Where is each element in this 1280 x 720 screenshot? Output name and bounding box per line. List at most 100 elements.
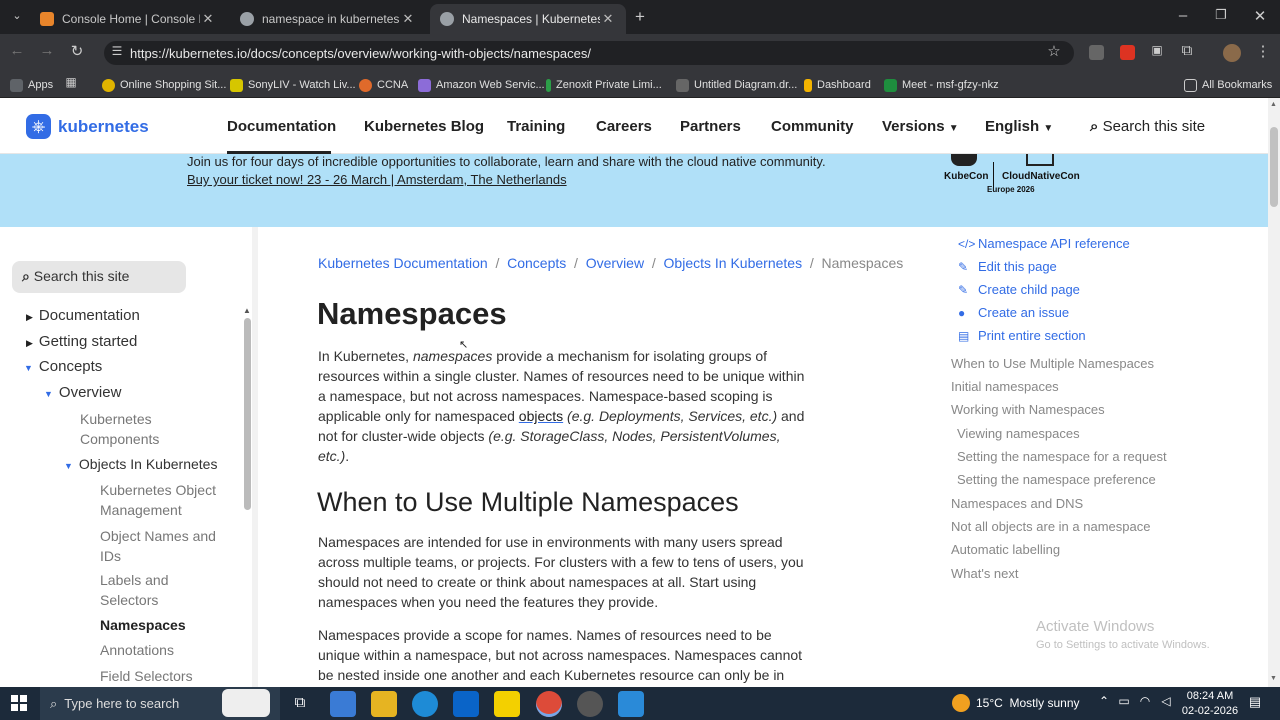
nav-blog[interactable]: Kubernetes Blog [364,118,484,135]
close-icon[interactable]: ✕ [600,11,616,27]
bookmark-untitled-diagram[interactable]: Untitled Diagram.dr... [676,76,797,94]
nav-english[interactable]: English ▼ [985,118,1053,135]
objects-link[interactable]: objects [519,408,563,424]
sidebar-scroll-up[interactable]: ▲ [243,306,251,315]
toc-setting-namespace-preference[interactable]: Setting the namespace preference [957,472,1156,487]
vscode-icon[interactable] [618,691,644,717]
sidebar-item-concepts[interactable]: ▼ Concepts [24,358,102,375]
windows-start-icon[interactable] [11,695,27,711]
toc-whats-next[interactable]: What's next [951,566,1019,581]
toc-working-with-namespaces[interactable]: Working with Namespaces [951,402,1105,417]
volume-icon[interactable]: ◁ [1155,694,1177,708]
address-bar[interactable]: https://kubernetes.io/docs/concepts/over… [104,41,1074,65]
toc-when-to-use[interactable]: When to Use Multiple Namespaces [951,356,1154,371]
create-issue-link[interactable]: ● Create an issue [958,305,1069,320]
weather-icon[interactable] [952,694,970,712]
kubernetes-logo-icon[interactable]: ⎈ [26,114,51,139]
nav-community[interactable]: Community [771,118,854,135]
header-search[interactable]: ⌕ Search this site [1090,118,1205,135]
sidebar-item-object-names[interactable]: Object Names and IDs [100,526,220,566]
chrome-icon[interactable] [536,691,562,717]
site-info-icon[interactable]: ☰ [106,44,128,58]
bookmark-sonyliv[interactable]: SonyLIV - Watch Liv... [230,76,356,94]
bookmark-dashboard[interactable]: Dashboard [804,76,871,94]
weather-text[interactable]: 15°C Mostly sunny [976,696,1080,710]
sidebar-item-objects-in-kubernetes[interactable]: ▼ Objects In Kubernetes [64,456,217,472]
scroll-down-arrow-icon[interactable]: ▼ [1270,675,1277,682]
toc-namespaces-dns[interactable]: Namespaces and DNS [951,496,1083,511]
toc-setting-namespace-request[interactable]: Setting the namespace for a request [957,449,1167,464]
page-scroll-thumb[interactable] [1270,127,1278,207]
nav-training[interactable]: Training [507,118,565,135]
close-icon[interactable]: ✕ [200,11,216,27]
breadcrumb-objects[interactable]: Objects In Kubernetes [664,255,803,271]
nav-careers[interactable]: Careers [596,118,652,135]
minimize-icon[interactable]: – [1172,7,1194,24]
close-window-icon[interactable]: ✕ [1249,7,1271,25]
bookmark-meet[interactable]: Meet - msf-gfzy-nkz [884,76,999,94]
tab-search-icon[interactable]: ⌄ [6,9,28,22]
edit-this-page-link[interactable]: ✎ Edit this page [958,259,1057,274]
sidebar-item-overview[interactable]: ▼ Overview [44,384,121,401]
nav-partners[interactable]: Partners [680,118,741,135]
sidebar-search-input[interactable]: ⌕ Search this site [12,261,186,293]
sticky-notes-icon[interactable] [494,691,520,717]
sidebar-item-kubernetes-components[interactable]: Kubernetes Components [80,409,200,449]
wifi-icon[interactable]: ◠ [1134,694,1156,708]
extensions-puzzle-icon[interactable]: ⧉ [1176,42,1198,59]
sidebar-item-documentation[interactable]: ▶ Documentation [26,307,140,324]
toc-viewing-namespaces[interactable]: Viewing namespaces [957,426,1080,441]
scroll-up-arrow-icon[interactable]: ▲ [1270,101,1277,108]
sidebar-item-labels-selectors[interactable]: Labels and Selectors [100,570,210,610]
taskbar-app-1-icon[interactable] [330,691,356,717]
notification-icon[interactable]: ▤ [1244,694,1266,710]
tab-google-search[interactable]: namespace in kubernetes - Goo ✕ [230,4,426,34]
site-logo-text[interactable]: kubernetes [58,117,149,137]
outlook-icon[interactable] [453,691,479,717]
tab-groups-icon[interactable]: ▦ [60,75,82,89]
toc-initial-namespaces[interactable]: Initial namespaces [951,379,1059,394]
bookmark-apps[interactable]: Apps [10,76,53,94]
sidebar-item-field-selectors[interactable]: Field Selectors [100,666,193,686]
extension-icon[interactable] [1089,45,1104,60]
sidebar-item-namespaces[interactable]: Namespaces [100,617,186,633]
create-child-page-link[interactable]: ✎ Create child page [958,282,1080,297]
bookmark-online-shopping[interactable]: Online Shopping Sit... [102,76,226,94]
clock-time[interactable]: 08:24 AM [1182,690,1238,702]
back-icon[interactable]: ← [6,42,28,59]
extension-red-icon[interactable] [1120,45,1135,60]
breadcrumb-overview[interactable]: Overview [586,255,644,271]
chrome-alt-icon[interactable] [577,691,603,717]
nav-versions[interactable]: Versions ▼ [882,118,959,135]
reload-icon[interactable]: ↻ [66,42,88,60]
close-icon[interactable]: ✕ [400,11,416,27]
bookmark-zenoxit[interactable]: Zenoxit Private Limi... [546,76,662,94]
file-explorer-icon[interactable] [371,691,397,717]
tray-chevron-icon[interactable]: ⌃ [1093,694,1115,708]
print-section-link[interactable]: ▤ Print entire section [958,328,1086,343]
menu-dots-icon[interactable]: ⋮ [1252,42,1274,60]
toc-automatic-labelling[interactable]: Automatic labelling [951,542,1060,557]
translate-icon[interactable]: ▣ [1146,43,1168,57]
clock-date[interactable]: 02-02-2026 [1180,705,1240,717]
breadcrumb-kubernetes-documentation[interactable]: Kubernetes Documentation [318,255,488,271]
forward-icon[interactable]: → [36,42,58,59]
maximize-icon[interactable]: ❐ [1210,7,1232,23]
tab-namespaces[interactable]: Namespaces | Kubernetes ✕ [430,4,626,34]
battery-icon[interactable]: ▭ [1113,694,1135,708]
nav-documentation[interactable]: Documentation [227,118,336,135]
profile-avatar[interactable] [1223,44,1241,62]
toc-not-all-objects[interactable]: Not all objects are in a namespace [951,519,1150,534]
tab-console-home[interactable]: Console Home | Console Home ✕ [30,4,226,34]
all-bookmarks[interactable]: All Bookmarks [1184,76,1272,94]
banner-ticket-link[interactable]: Buy your ticket now! 23 - 26 March | Ams… [187,172,567,187]
bookmark-aws[interactable]: Amazon Web Servic... [418,76,545,94]
bookmark-ccna[interactable]: CCNA [359,76,408,94]
sidebar-item-object-management[interactable]: Kubernetes Object Management [100,480,230,520]
new-tab-icon[interactable]: + [629,7,651,27]
bookmark-star-icon[interactable]: ☆ [1043,42,1065,60]
namespace-api-reference-link[interactable]: </> Namespace API reference [958,236,1130,251]
sidebar-scrollbar[interactable] [244,318,251,510]
sidebar-item-annotations[interactable]: Annotations [100,640,174,660]
edge-icon[interactable] [412,691,438,717]
